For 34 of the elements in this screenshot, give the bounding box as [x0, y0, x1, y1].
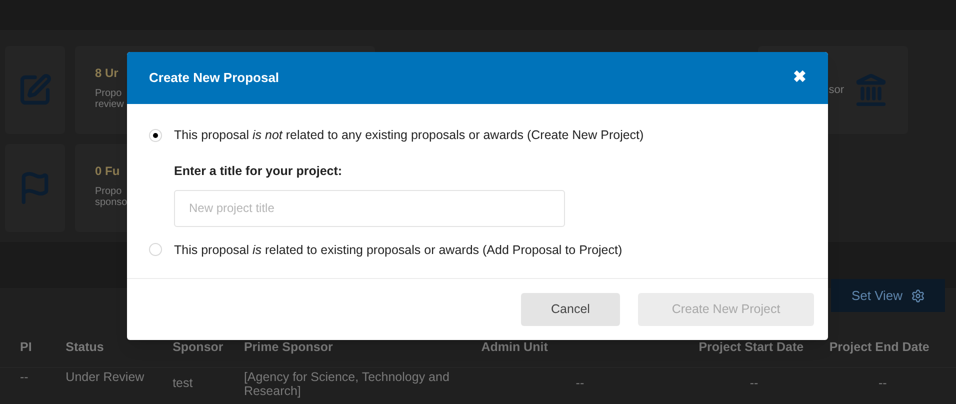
radio-label: This proposal is not related to any existing proposals or awards (Create New Project) — [174, 127, 644, 144]
card-count: 0 Fu — [95, 163, 120, 180]
dialog-title: Create New Proposal — [149, 69, 280, 88]
table-cell-text: Under Review — [64, 370, 146, 384]
table-cell-text: -- — [748, 375, 760, 390]
card-description: sor — [828, 82, 844, 98]
table-cell-text: -- — [877, 375, 888, 390]
card-description: Propo — [95, 88, 122, 99]
dialog-button[interactable]: Cancel — [521, 293, 620, 326]
card-description: Propo — [95, 186, 122, 197]
column-header: Admin Unit — [480, 339, 549, 356]
field-label: Enter a title for your project: — [174, 162, 344, 180]
settings-icon — [910, 288, 925, 302]
radio-button[interactable] — [149, 243, 162, 256]
card-description: review — [95, 99, 124, 110]
radio-button[interactable] — [149, 128, 162, 142]
edit-icon — [18, 73, 52, 107]
column-header: PI — [19, 339, 33, 356]
card-count: 8 Ur — [95, 65, 118, 82]
project-title-field[interactable]: New project title — [174, 190, 565, 226]
table-cell-text: test — [172, 375, 194, 390]
card-description: sponso — [95, 197, 128, 208]
table-cell-text: [Agency for Science, Technology and Research] — [242, 370, 450, 398]
set-view-button[interactable]: Set View — [831, 279, 945, 312]
table-cell-text: -- — [574, 375, 586, 390]
column-header: Project End Date — [828, 339, 930, 356]
radio-label: This proposal is related to existing proposals or awards (Add Proposal to Project) — [174, 242, 622, 259]
close-button[interactable]: ✖ — [793, 66, 806, 90]
column-header: Status — [64, 339, 105, 356]
bank-icon — [854, 73, 888, 107]
column-header: Sponsor — [172, 339, 224, 356]
column-header: Prime Sponsor — [242, 339, 334, 356]
column-header: Project Start Date — [698, 339, 805, 356]
table-cell-text: -- — [19, 370, 30, 384]
